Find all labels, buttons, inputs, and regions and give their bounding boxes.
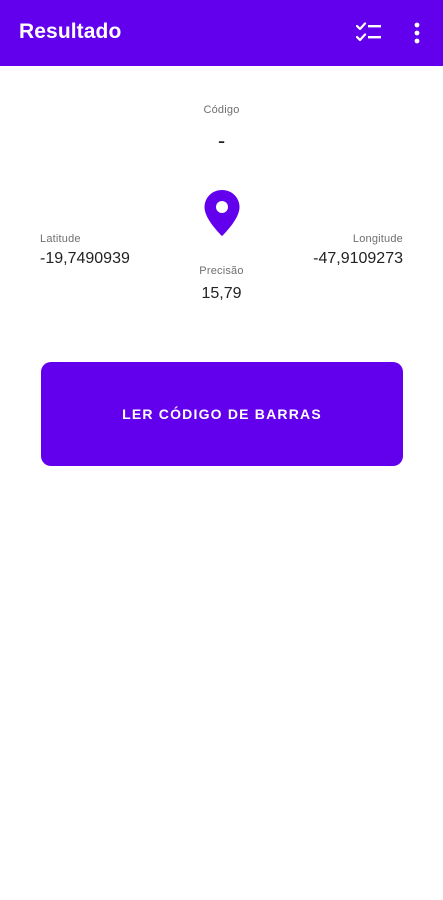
precisao-label: Precisão bbox=[199, 265, 244, 277]
checklist-icon bbox=[356, 22, 381, 42]
top-app-bar: Resultado bbox=[0, 0, 443, 66]
page-title: Resultado bbox=[19, 20, 122, 43]
latitude-label: Latitude bbox=[40, 233, 81, 245]
codigo-label: Código bbox=[203, 104, 240, 116]
codigo-value: - bbox=[217, 128, 226, 153]
precisao-value: 15,79 bbox=[201, 285, 242, 302]
location-pin-icon bbox=[204, 190, 240, 236]
more-options-button[interactable] bbox=[399, 15, 435, 51]
app-screen: Resultado Código - Latitude -19,7490939 … bbox=[0, 0, 443, 900]
checklist-button[interactable] bbox=[351, 15, 387, 51]
longitude-label: Longitude bbox=[352, 233, 403, 245]
scan-barcode-button-label: LER CÓDIGO DE BARRAS bbox=[122, 406, 322, 422]
scan-barcode-button[interactable]: LER CÓDIGO DE BARRAS bbox=[41, 362, 403, 466]
more-vert-icon bbox=[414, 22, 420, 44]
